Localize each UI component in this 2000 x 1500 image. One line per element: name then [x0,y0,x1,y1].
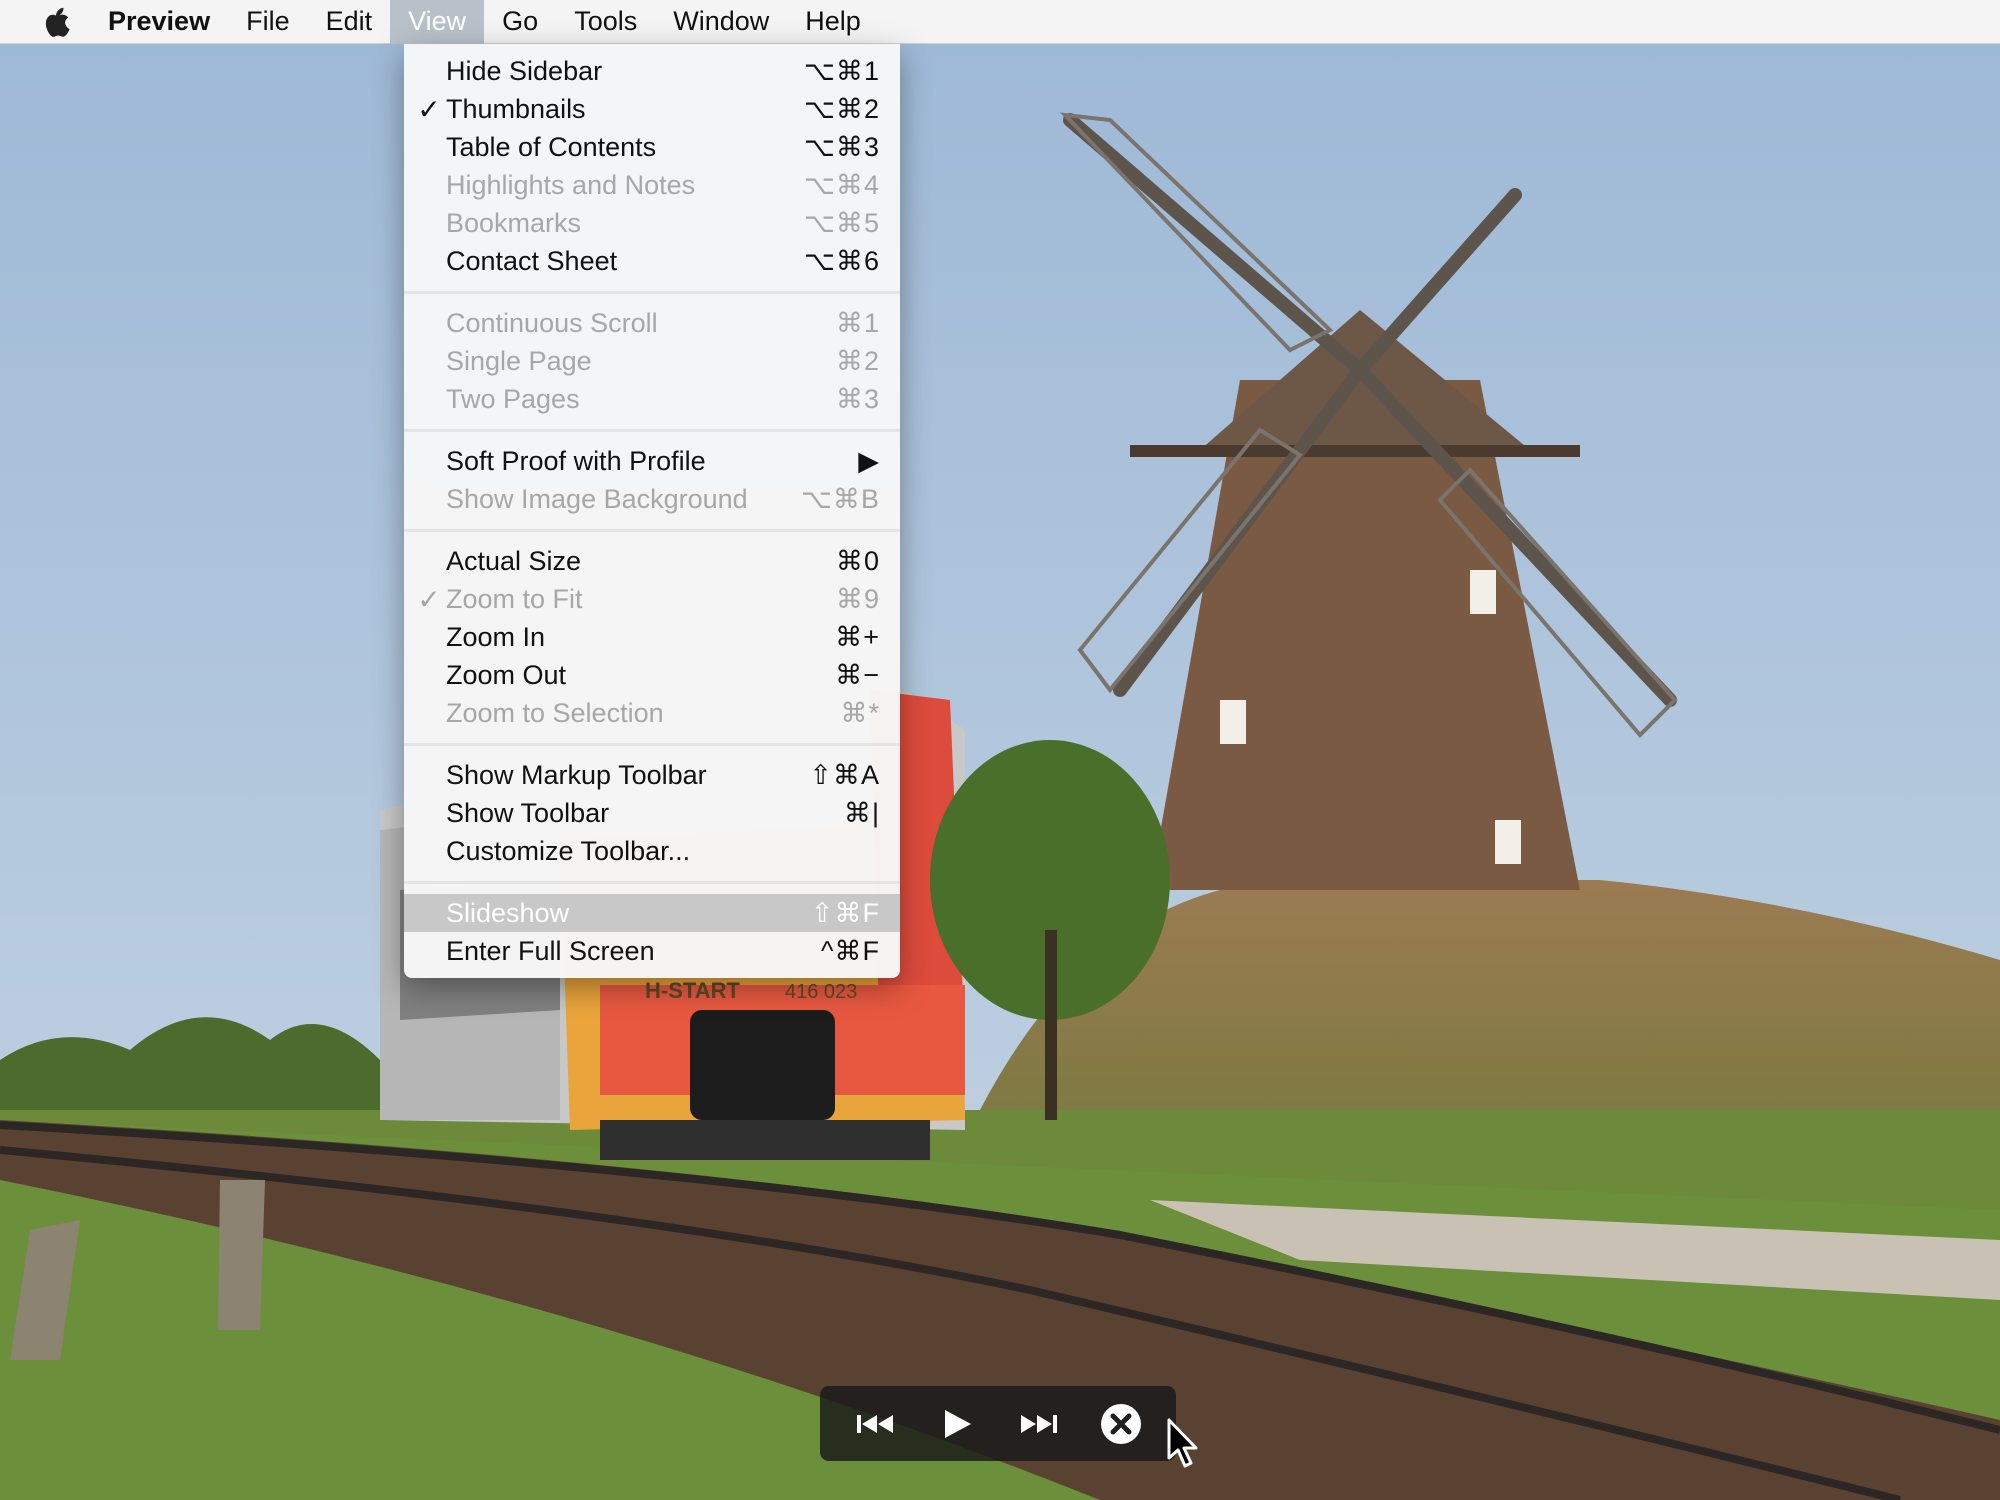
menu-item-bookmarks: Bookmarks ⌥⌘5 [404,204,900,242]
submenu-arrow-icon: ▶ [858,445,880,476]
menu-item-label: Zoom In [446,621,546,652]
menu-item-enter-full-screen[interactable]: Enter Full Screen ^⌘F [404,932,900,970]
menu-item-label: Zoom Out [446,659,567,690]
menu-item-label: Thumbnails [446,93,586,124]
slideshow-controls [820,1386,1176,1461]
menu-item-shortcut: ⌘3 [835,383,880,414]
menu-view[interactable]: View [390,0,485,44]
menu-item-shortcut: ^⌘F [820,935,880,966]
menu-item-table-of-contents[interactable]: Table of Contents ⌥⌘3 [404,128,900,166]
menu-item-label: Table of Contents [446,131,657,162]
menu-item-shortcut: ⌘0 [835,545,880,576]
menu-item-label: Highlights and Notes [446,169,696,200]
menu-item-label: Customize Toolbar... [446,835,691,866]
menu-separator [404,732,900,756]
menu-item-shortcut: ⌘2 [835,345,880,376]
menu-item-show-markup-toolbar[interactable]: Show Markup Toolbar ⇧⌘A [404,756,900,794]
menu-separator [404,280,900,304]
previous-icon[interactable] [845,1394,905,1454]
menu-item-shortcut: ⌘1 [835,307,880,338]
menu-item-zoom-out[interactable]: Zoom Out ⌘− [404,656,900,694]
menu-item-zoom-in[interactable]: Zoom In ⌘+ [404,618,900,656]
checkmark-icon: ✓ [417,93,441,125]
menu-item-continuous-scroll: Continuous Scroll ⌘1 [404,304,900,342]
menu-item-shortcut: ⌘* [840,697,880,728]
mouse-cursor-icon [1167,1418,1198,1468]
menu-item-shortcut: ⇧⌘F [810,897,880,928]
menu-item-label: Zoom to Fit [446,583,583,614]
menu-item-label: Contact Sheet [446,245,618,276]
menu-window[interactable]: Window [655,0,787,44]
menu-item-label: Show Markup Toolbar [446,759,707,790]
menu-item-shortcut: ⌥⌘4 [803,169,880,200]
menu-item-hide-sidebar[interactable]: Hide Sidebar ⌥⌘1 [404,52,900,90]
checkmark-icon: ✓ [417,583,441,615]
menu-file[interactable]: File [228,0,308,44]
menu-item-shortcut: ⌥⌘5 [803,207,880,238]
train-sign-text: H-START [645,978,740,1003]
menu-item-label: Continuous Scroll [446,307,658,338]
menu-item-slideshow[interactable]: Slideshow ⇧⌘F [404,894,900,932]
menu-separator [404,418,900,442]
menu-item-show-toolbar[interactable]: Show Toolbar ⌘| [404,794,900,832]
menu-item-label: Show Toolbar [446,797,610,828]
menu-item-shortcut: ⇧⌘A [809,759,880,790]
slideshow-photo: H-START 416 023 [0,0,2000,1500]
menu-item-label: Soft Proof with Profile [446,445,706,476]
apple-icon[interactable] [36,0,76,44]
menu-item-shortcut: ⌘| [843,797,880,828]
menu-item-soft-proof-with-profile[interactable]: Soft Proof with Profile ▶ [404,442,900,480]
menu-item-label: Two Pages [446,383,580,414]
menu-help[interactable]: Help [787,0,879,44]
menu-separator [404,870,900,894]
menu-item-shortcut: ⌘9 [835,583,880,614]
menu-item-label: Bookmarks [446,207,582,238]
menu-item-single-page: Single Page ⌘2 [404,342,900,380]
menu-item-shortcut: ⌥⌘2 [803,93,880,124]
menu-item-customize-toolbar[interactable]: Customize Toolbar... [404,832,900,870]
menu-item-two-pages: Two Pages ⌘3 [404,380,900,418]
menu-item-label: Single Page [446,345,592,376]
menu-item-shortcut: ⌥⌘B [800,483,880,514]
menu-edit[interactable]: Edit [308,0,391,44]
menu-item-actual-size[interactable]: Actual Size ⌘0 [404,542,900,580]
menu-separator [404,518,900,542]
next-icon[interactable] [1009,1394,1069,1454]
menu-item-shortcut: ⌘− [835,659,880,690]
menu-item-zoom-to-fit: ✓ Zoom to Fit ⌘9 [404,580,900,618]
menu-item-contact-sheet[interactable]: Contact Sheet ⌥⌘6 [404,242,900,280]
menu-bar: Preview File Edit View Go Tools Window H… [0,0,2000,44]
train-number-text: 416 023 [785,981,857,1003]
menu-item-label: Hide Sidebar [446,55,603,86]
menu-app-preview[interactable]: Preview [88,0,228,44]
menu-item-thumbnails[interactable]: ✓ Thumbnails ⌥⌘2 [404,90,900,128]
play-icon[interactable] [927,1394,987,1454]
menu-item-show-image-background: Show Image Background ⌥⌘B [404,480,900,518]
close-icon[interactable] [1091,1394,1151,1454]
menu-item-label: Enter Full Screen [446,935,655,966]
menu-item-highlights-and-notes: Highlights and Notes ⌥⌘4 [404,166,900,204]
menu-go[interactable]: Go [484,0,556,44]
menu-item-zoom-to-selection: Zoom to Selection ⌘* [404,694,900,732]
menu-item-shortcut: ⌥⌘3 [803,131,880,162]
view-menu-dropdown: Hide Sidebar ⌥⌘1 ✓ Thumbnails ⌥⌘2 Table of Co… [404,44,900,978]
menu-item-shortcut: ⌘+ [835,621,880,652]
menu-tools[interactable]: Tools [556,0,655,44]
menu-item-shortcut: ⌥⌘1 [803,55,880,86]
menu-item-label: Slideshow [446,897,570,928]
menu-item-label: Zoom to Selection [446,697,664,728]
menu-item-label: Actual Size [446,545,582,576]
menu-item-label: Show Image Background [446,483,748,514]
menu-item-shortcut: ⌥⌘6 [803,245,880,276]
